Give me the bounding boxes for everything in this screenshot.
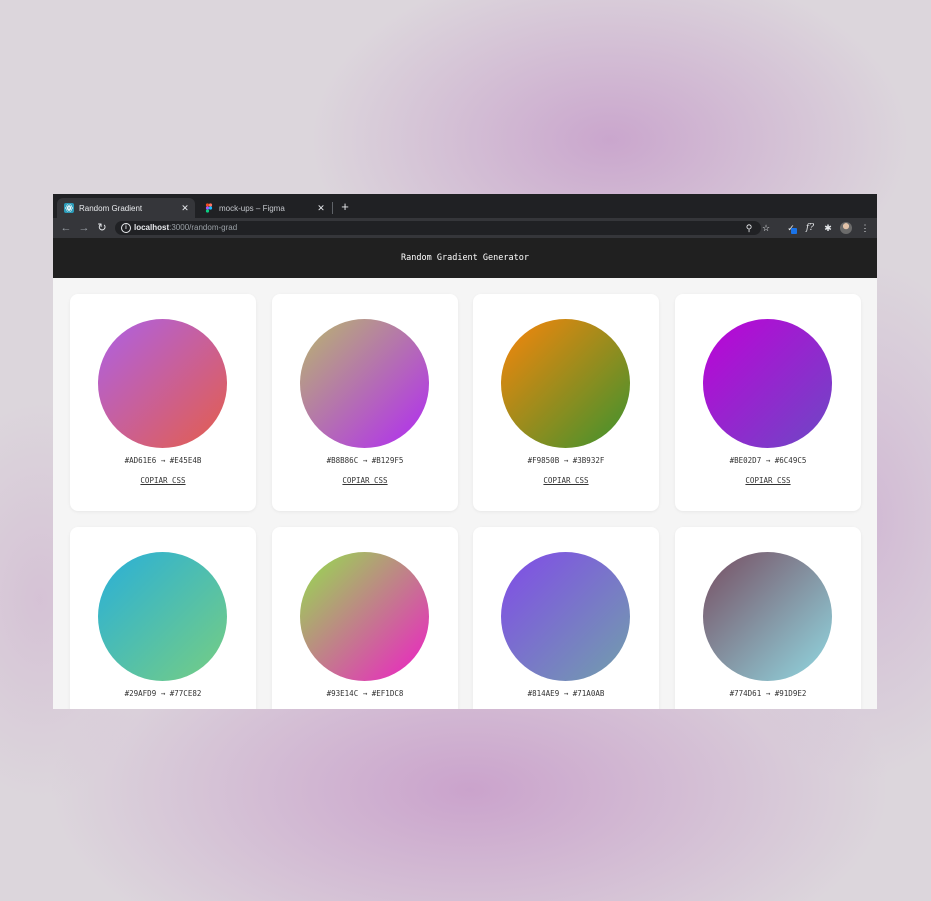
tab-random-gradient[interactable]: Random Gradient ✕	[57, 198, 195, 218]
gradient-codes: #BE02D7 → #6C49C5	[729, 456, 807, 465]
figma-icon	[205, 203, 213, 213]
avatar[interactable]	[840, 222, 852, 234]
reload-icon[interactable]: ↻	[95, 221, 109, 235]
gradient-codes: #814AE9 → #71A0AB	[527, 689, 605, 698]
gradient-codes: #93E14C → #EF1DC8	[326, 689, 404, 698]
url-text: localhost:3000/random-grad	[134, 223, 238, 232]
gradient-card: #774D61 → #91D9E2 COPIAR CSS	[675, 527, 861, 709]
more-menu-icon[interactable]: ⋮	[858, 221, 872, 235]
close-icon[interactable]: ✕	[315, 203, 327, 214]
gradient-card: #29AFD9 → #77CE82 COPIAR CSS	[70, 527, 256, 709]
new-tab-icon[interactable]: +	[338, 200, 352, 214]
gradient-circle	[501, 319, 630, 448]
gradient-card: #AD61E6 → #E45E4B COPIAR CSS	[70, 294, 256, 511]
gradient-card: #93E14C → #EF1DC8 COPIAR CSS	[272, 527, 458, 709]
gradient-card: #BE02D7 → #6C49C5 COPIAR CSS	[675, 294, 861, 511]
copy-css-button[interactable]: COPIAR CSS	[70, 476, 256, 485]
star-icon[interactable]: ☆	[760, 221, 772, 235]
tab-strip: Random Gradient ✕ mock-ups – Figma ✕ +	[53, 194, 877, 218]
copy-css-button[interactable]: COPIAR CSS	[675, 476, 861, 485]
copy-css-button[interactable]: COPIAR CSS	[473, 476, 659, 485]
react-icon	[64, 203, 74, 213]
gradient-circle	[98, 319, 227, 448]
gradient-card: #F9850B → #3B932F COPIAR CSS	[473, 294, 659, 511]
gradient-circle	[98, 552, 227, 681]
gradient-card: #814AE9 → #71A0AB COPIAR CSS	[473, 527, 659, 709]
tab-title: Random Gradient	[79, 203, 143, 213]
puzzle-icon[interactable]: ✱	[821, 221, 835, 235]
close-icon[interactable]: ✕	[179, 203, 191, 214]
gradient-codes: #F9850B → #3B932F	[527, 456, 605, 465]
gradient-codes: #774D61 → #91D9E2	[729, 689, 807, 698]
gradient-circle	[300, 319, 429, 448]
gradient-card: #B8B86C → #B129F5 COPIAR CSS	[272, 294, 458, 511]
gradient-codes: #B8B86C → #B129F5	[326, 456, 404, 465]
browser-window: Random Gradient ✕ mock-ups – Figma ✕ + ←…	[53, 194, 877, 709]
tab-figma[interactable]: mock-ups – Figma ✕	[197, 198, 331, 218]
gradient-circle	[300, 552, 429, 681]
page-title: Random Gradient Generator	[401, 253, 529, 263]
back-arrow-icon[interactable]: ←	[59, 221, 73, 235]
tab-title: mock-ups – Figma	[219, 203, 285, 213]
gradient-codes: #29AFD9 → #77CE82	[124, 689, 202, 698]
copy-css-button[interactable]: COPIAR CSS	[272, 476, 458, 485]
app-header: Random Gradient Generator	[53, 238, 877, 278]
gradient-circle	[501, 552, 630, 681]
zoom-icon[interactable]: ⚲	[743, 221, 755, 235]
gradient-grid: #AD61E6 → #E45E4B COPIAR CSS #B8B86C → #…	[53, 278, 877, 709]
tab-separator	[332, 202, 333, 214]
extension-badge-icon	[791, 228, 797, 234]
gradient-codes: #AD61E6 → #E45E4B	[124, 456, 202, 465]
browser-toolbar: ← → ↻ i localhost:3000/random-grad ⚲ ☆ ✓…	[53, 218, 877, 238]
gradient-circle	[703, 319, 832, 448]
address-bar[interactable]: i localhost:3000/random-grad ⚲ ☆	[115, 221, 770, 235]
forward-arrow-icon[interactable]: →	[77, 221, 91, 235]
function-extension-icon[interactable]: f?	[803, 221, 817, 235]
gradient-circle	[703, 552, 832, 681]
info-icon[interactable]: i	[121, 223, 131, 233]
